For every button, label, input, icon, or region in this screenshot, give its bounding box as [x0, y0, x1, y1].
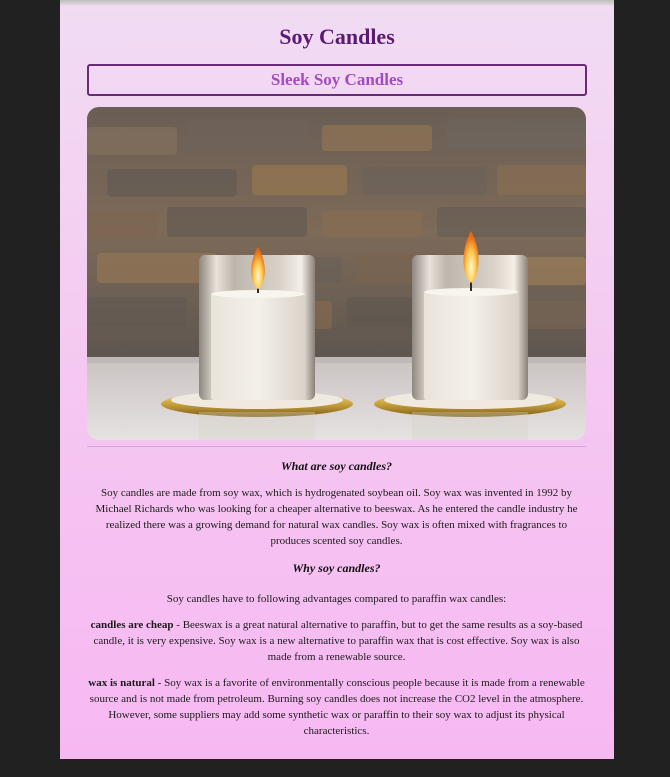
heading-why-soy-candles: Why soy candles? — [292, 561, 381, 575]
page-subtitle: Sleek Soy Candles — [270, 70, 404, 89]
paragraph-why-intro: Soy candles have to following advantages… — [166, 593, 507, 605]
heading-what-are-soy-candles: What are soy candles? — [281, 459, 392, 473]
term-wax-is-natural: wax is natural — [88, 677, 155, 689]
paragraph-candles-are-cheap: candles are cheap - Beeswax is a great n… — [87, 617, 586, 665]
page-container: Soy Candles Sleek Soy Candles What are s… — [60, 0, 614, 759]
subtitle-box: Sleek Soy Candles — [87, 64, 587, 96]
top-bar — [60, 0, 614, 6]
article-content: What are soy candles? Soy candles are ma… — [87, 452, 586, 739]
hero-image — [87, 107, 586, 440]
text-wax-is-natural: - Soy wax is a favorite of environmental… — [89, 677, 585, 737]
page-title: Soy Candles — [279, 24, 395, 49]
paragraph-wax-is-natural: wax is natural - Soy wax is a favorite o… — [87, 675, 586, 739]
divider — [87, 446, 586, 447]
paragraph-what: Soy candles are made from soy wax, which… — [95, 487, 578, 547]
term-candles-are-cheap: candles are cheap — [90, 619, 174, 631]
